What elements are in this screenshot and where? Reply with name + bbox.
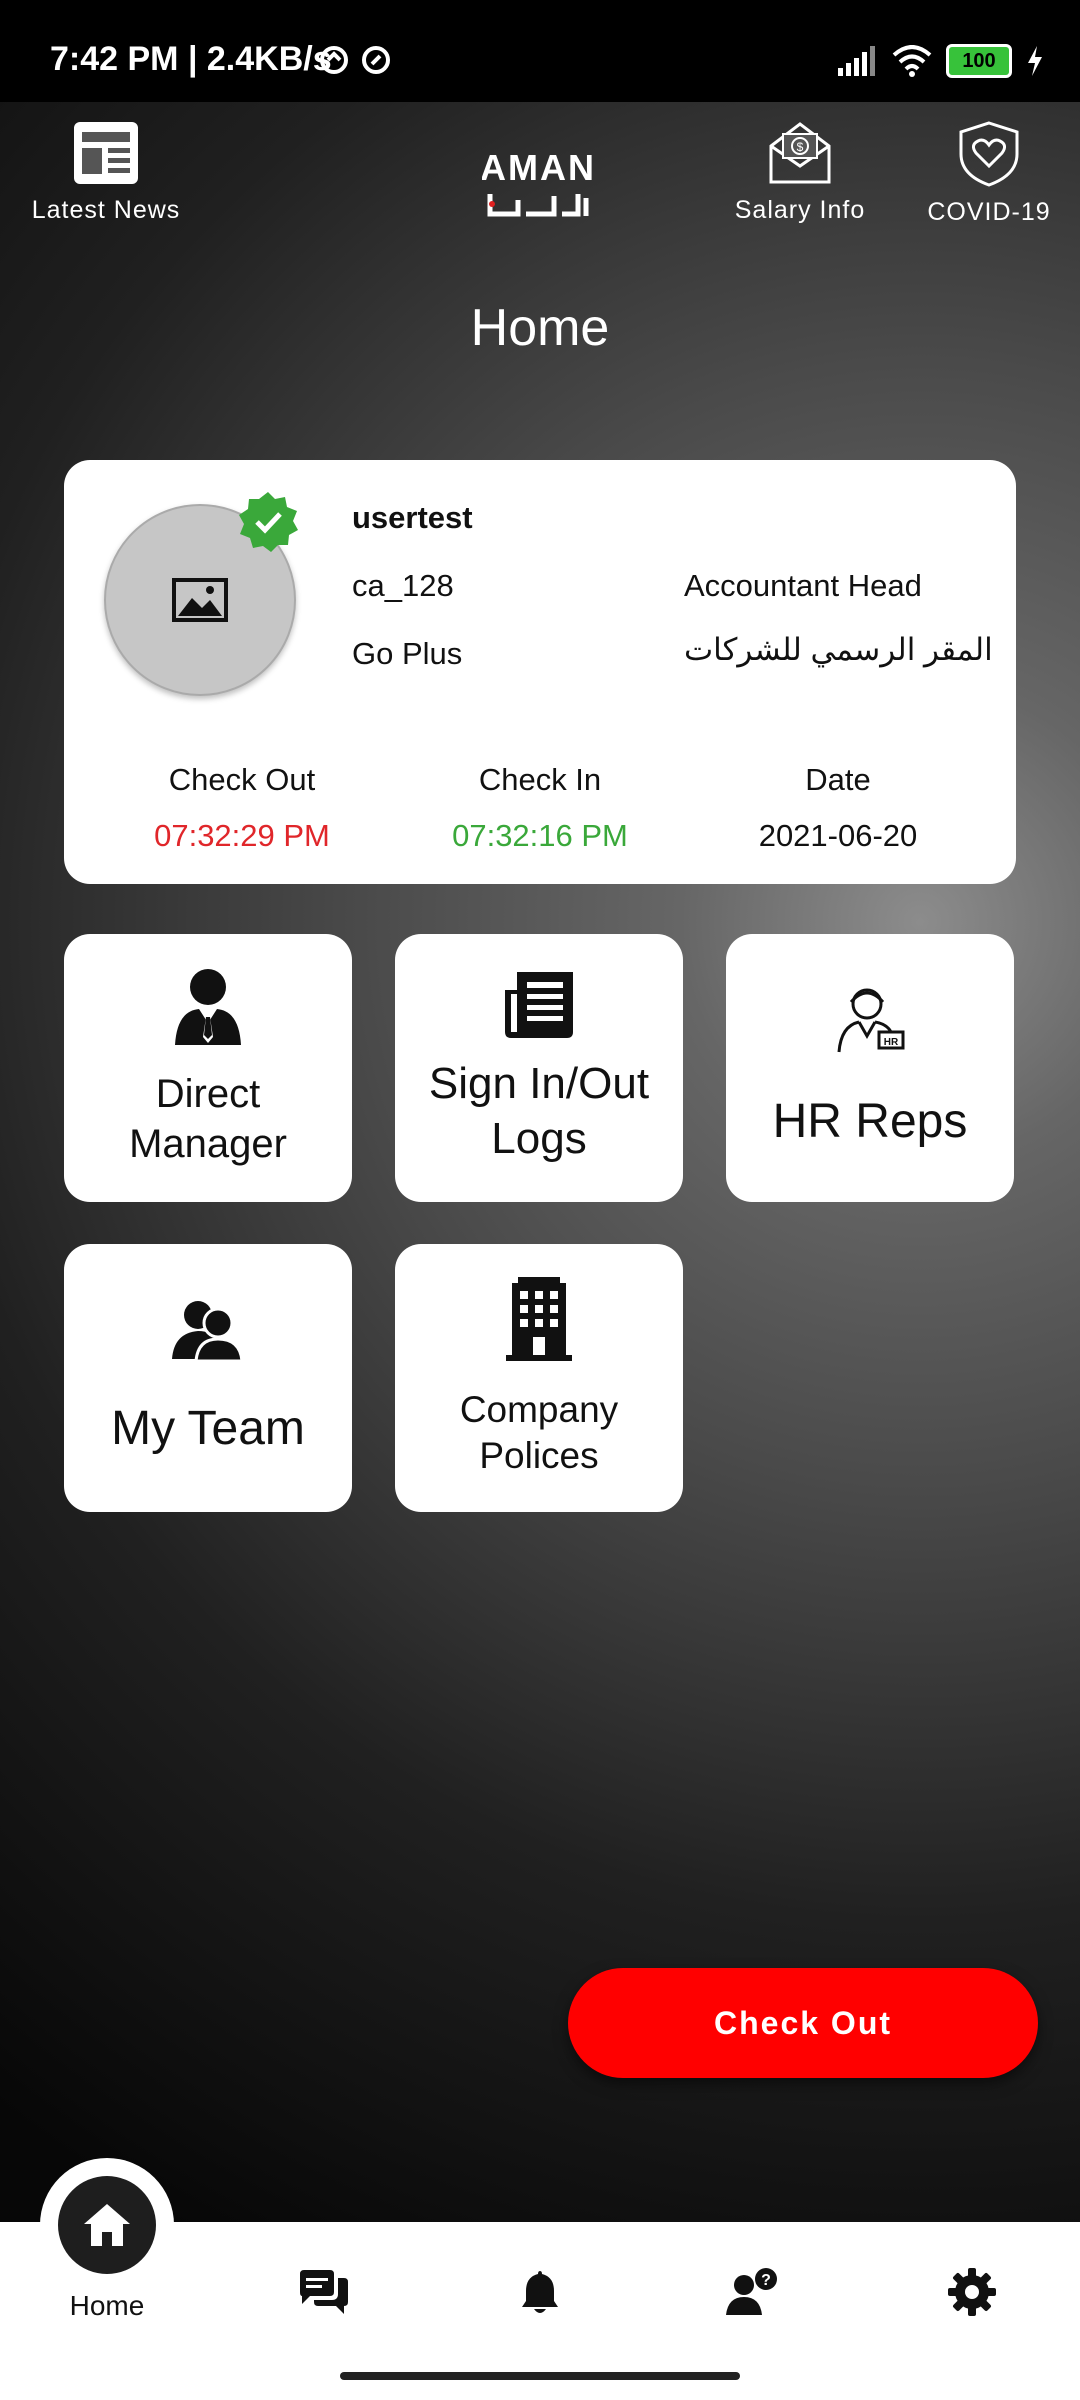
top-navigation: Latest News AMAN $ Salary Info COVID-19	[0, 102, 1080, 262]
direct-manager-label: Direct Manager	[129, 1072, 287, 1166]
check-out-stat: Check Out 07:32:29 PM	[122, 762, 362, 854]
notifications-tab[interactable]	[510, 2262, 570, 2322]
profile-job-title: Accountant Head	[684, 568, 922, 603]
chat-icon	[300, 2270, 348, 2314]
check-out-time: 07:32:29 PM	[154, 818, 330, 853]
aman-logo: AMAN	[482, 147, 594, 217]
status-time: 7:42 PM | 2.4KB/s	[50, 40, 332, 78]
home-tab-label: Home	[69, 2290, 145, 2321]
sign-logs-tile[interactable]: Sign In/Out Logs	[395, 934, 683, 1202]
check-in-stat: Check In 07:32:16 PM	[420, 762, 660, 854]
status-notification-icons	[318, 44, 392, 76]
profile-branch: المقر الرسمي للشركات	[684, 632, 993, 667]
page-title: Home	[470, 299, 610, 357]
charging-icon	[1028, 46, 1042, 76]
image-placeholder-icon	[172, 578, 228, 622]
svg-text:?: ?	[761, 2272, 771, 2289]
covid-label: COVID-19	[927, 198, 1051, 226]
logs-icon	[505, 972, 573, 1038]
svg-text:HR: HR	[884, 1037, 899, 1048]
check-out-button[interactable]: Check Out	[568, 1968, 1038, 2078]
verified-badge-icon	[239, 492, 298, 552]
my-team-tile[interactable]: My Team	[64, 1244, 352, 1512]
latest-news-button[interactable]: Latest News	[28, 120, 184, 225]
salary-info-button[interactable]: $ Salary Info	[720, 120, 880, 225]
profile-company: Go Plus	[352, 636, 463, 671]
check-in-label: Check In	[478, 762, 602, 797]
profile-code: ca_128	[352, 568, 454, 603]
data-saver-icon	[320, 46, 348, 74]
company-polices-tile[interactable]: Company Polices	[395, 1244, 683, 1512]
newspaper-icon	[74, 122, 138, 184]
profile-username: usertest	[352, 500, 473, 535]
team-icon	[172, 1301, 244, 1361]
settings-tab[interactable]	[942, 2262, 1002, 2322]
hr-reps-label: HR Reps	[772, 1095, 968, 1148]
sync-icon	[362, 46, 390, 74]
date-value: 2021-06-20	[758, 818, 918, 853]
company-polices-label: Company Polices	[459, 1388, 619, 1476]
app-screen: Latest News AMAN $ Salary Info COVID-19	[0, 102, 1080, 2222]
date-label: Date	[805, 762, 871, 797]
battery-icon: 100	[946, 44, 1012, 78]
gesture-bar[interactable]	[340, 2372, 740, 2380]
chat-tab[interactable]	[294, 2262, 354, 2322]
building-icon	[506, 1276, 572, 1361]
salary-info-label: Salary Info	[734, 196, 866, 224]
check-in-time: 07:32:16 PM	[452, 818, 628, 853]
check-out-label: Check Out	[168, 762, 316, 797]
svg-text:AMAN: AMAN	[482, 147, 594, 188]
sign-logs-label: Sign In/Out Logs	[428, 1059, 650, 1163]
wifi-icon	[892, 45, 932, 77]
salary-envelope-icon: $	[769, 122, 831, 184]
covid-button[interactable]: COVID-19	[908, 120, 1070, 227]
my-team-label: My Team	[111, 1402, 305, 1455]
hr-representative-icon: HR	[837, 988, 905, 1053]
direct-manager-tile[interactable]: Direct Manager	[64, 934, 352, 1202]
profile-card: usertest ca_128 Accountant Head Go Plus …	[64, 460, 1016, 884]
battery-level: 100	[962, 49, 996, 72]
bell-icon	[522, 2271, 558, 2313]
help-tab[interactable]: ?	[722, 2262, 782, 2322]
latest-news-label: Latest News	[31, 196, 181, 224]
shield-heart-icon	[959, 121, 1019, 187]
manager-icon	[175, 969, 241, 1045]
home-icon	[84, 2204, 130, 2246]
status-bar: 7:42 PM | 2.4KB/s 100	[0, 0, 1080, 102]
signal-icon	[838, 46, 875, 76]
date-stat: Date 2021-06-20	[718, 762, 958, 854]
user-help-icon: ?	[726, 2268, 777, 2315]
status-system-icons: 100	[836, 44, 1044, 78]
svg-text:$: $	[797, 140, 804, 154]
gear-icon	[948, 2268, 996, 2316]
hr-reps-tile[interactable]: HR HR Reps	[726, 934, 1014, 1202]
home-tab[interactable]	[58, 2176, 156, 2274]
